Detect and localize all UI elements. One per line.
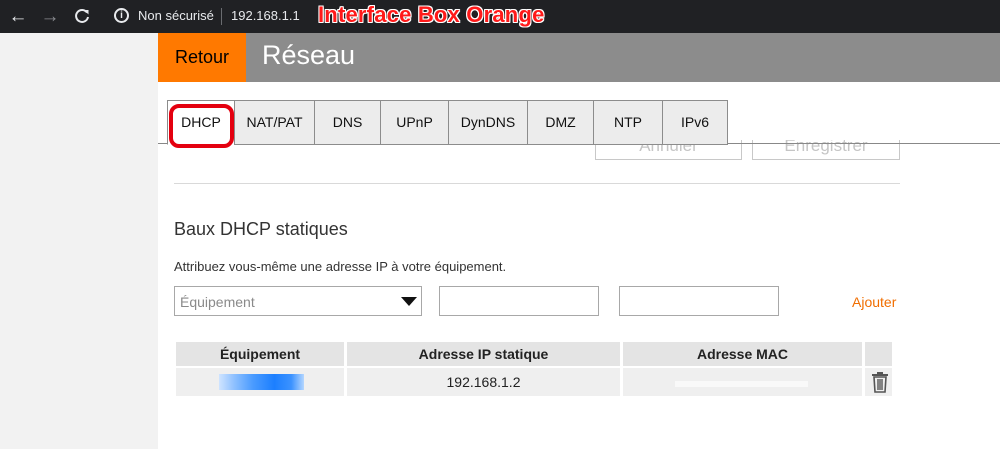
url-separator [221, 8, 222, 25]
page-title: Réseau [262, 40, 356, 70]
redacted-device-name [219, 374, 304, 390]
tab-dhcp[interactable]: DHCP [167, 100, 235, 145]
table-cell-mac [623, 368, 862, 396]
table-cell-ip: 192.168.1.2 [347, 368, 620, 396]
main-panel: Retour Réseau Annuler Enregistrer DHCP N… [158, 33, 1000, 449]
trash-icon[interactable] [869, 371, 891, 393]
section-divider [174, 183, 900, 184]
redacted-mac [675, 381, 808, 387]
page-header: Retour Réseau [158, 33, 1000, 82]
mac-address-input[interactable] [619, 286, 779, 316]
browser-toolbar: ← → i Non sécurisé 192.168.1.1 Interface… [0, 0, 1000, 33]
column-header-actions [865, 342, 892, 366]
annotation-title: Interface Box Orange [318, 2, 545, 27]
tab-dns[interactable]: DNS [314, 100, 381, 145]
back-arrow-icon[interactable]: ← [6, 5, 30, 29]
address-bar[interactable]: i Non sécurisé 192.168.1.1 [104, 3, 1000, 30]
reload-icon[interactable] [70, 5, 94, 29]
security-label: Non sécurisé [138, 8, 214, 23]
tab-dmz[interactable]: DMZ [527, 100, 594, 145]
dropdown-arrow-icon [401, 297, 417, 306]
table-cell-device [176, 368, 344, 396]
tab-upnp[interactable]: UPnP [380, 100, 449, 145]
device-select[interactable]: Équipement [174, 286, 422, 316]
column-header-mac: Adresse MAC [623, 342, 862, 366]
left-gutter [0, 33, 158, 449]
column-header-device: Équipement [176, 342, 344, 366]
forward-arrow-icon[interactable]: → [38, 5, 62, 29]
column-header-ip: Adresse IP statique [347, 342, 620, 366]
tab-dyndns[interactable]: DynDNS [448, 100, 528, 145]
tab-ipv6[interactable]: IPv6 [662, 100, 728, 145]
ip-address-input[interactable] [439, 286, 599, 316]
device-select-value: Équipement [180, 294, 255, 310]
info-icon[interactable]: i [114, 8, 129, 23]
static-leases-title: Baux DHCP statiques [174, 219, 348, 239]
add-lease-link[interactable]: Ajouter [852, 294, 896, 310]
url-text[interactable]: 192.168.1.1 [231, 8, 300, 23]
tab-ntp[interactable]: NTP [593, 100, 663, 145]
back-button[interactable]: Retour [158, 33, 246, 82]
table-cell-actions [865, 368, 892, 396]
tab-nat-pat[interactable]: NAT/PAT [234, 100, 315, 145]
static-leases-description: Attribuez vous-même une adresse IP à vot… [174, 259, 507, 274]
